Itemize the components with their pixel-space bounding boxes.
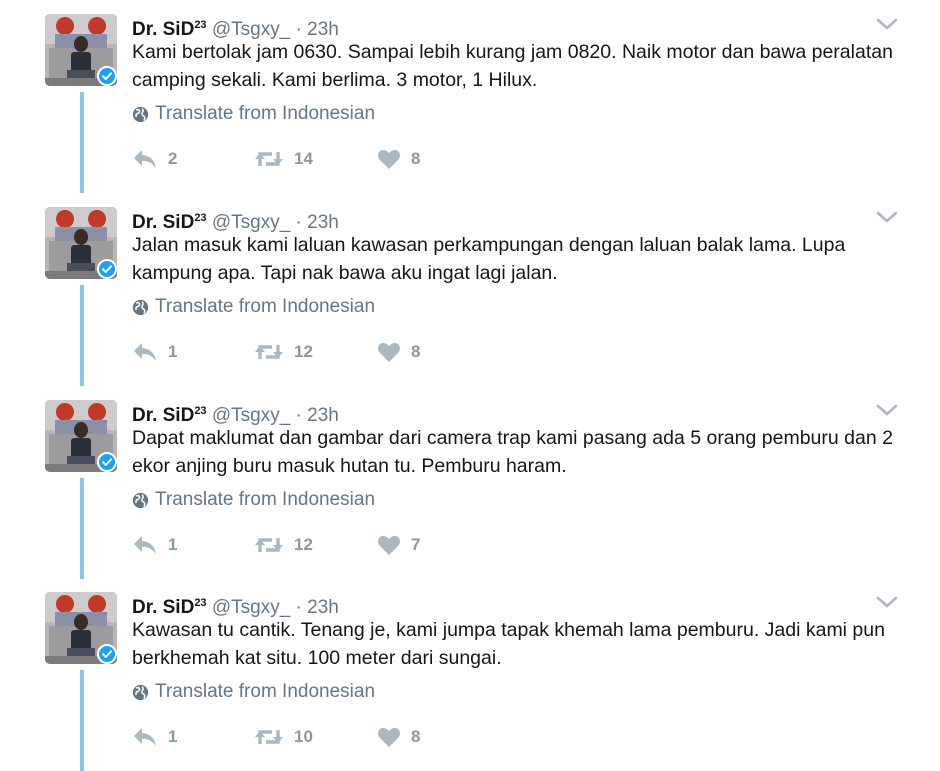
translate-link[interactable]: Translate from Indonesian [132,489,375,511]
tweet-actions: 1 12 7 [132,530,452,560]
reply-icon [134,343,156,361]
tweet[interactable]: Dr. SiD23 @Tsgxy_ · 23h Kawasan tu canti… [0,578,940,771]
separator: · [295,19,302,40]
author-name[interactable]: Dr. SiD23 [132,405,207,426]
heart-icon [378,535,400,555]
tweet[interactable]: Dr. SiD23 @Tsgxy_ · 23h Dapat maklumat d… [0,386,940,579]
retweet-count: 10 [294,727,313,746]
separator: · [295,212,302,233]
retweet-count: 12 [294,535,313,554]
globe-icon [132,299,149,315]
reply-icon [134,728,156,746]
globe-icon [132,492,149,508]
tweet-actions: 1 10 8 [132,722,452,752]
thread-connector [80,670,84,771]
verified-badge-icon [97,452,117,472]
separator: · [295,597,302,618]
reply-count: 1 [168,727,178,746]
heart-icon [378,342,400,362]
retweet-button[interactable]: 12 [254,530,313,560]
like-count: 8 [411,727,421,746]
retweet-count: 12 [294,342,313,361]
author-name-superscript: 23 [194,212,207,224]
verified-badge-icon [97,66,117,86]
chevron-down-icon[interactable] [874,207,900,227]
tweet-text: Dapat maklumat dan gambar dari camera tr… [132,427,893,477]
retweet-icon [255,152,283,166]
author-name[interactable]: Dr. SiD23 [132,597,207,618]
reply-icon [134,150,156,168]
timestamp[interactable]: 23h [307,19,339,40]
tweet[interactable]: Dr. SiD23 @Tsgxy_ · 23h Jalan masuk kami… [0,193,940,386]
author-name[interactable]: Dr. SiD23 [132,19,207,40]
reply-button[interactable]: 1 [132,337,177,367]
like-count: 8 [411,149,421,168]
timestamp[interactable]: 23h [307,597,339,618]
like-count: 8 [411,342,421,361]
reply-button[interactable]: 1 [132,722,177,752]
globe-icon [132,106,149,122]
reply-button[interactable]: 1 [132,530,177,560]
verified-badge-icon [97,644,117,664]
tweet-actions: 2 14 8 [132,144,452,174]
tweet-text: Kami bertolak jam 0630. Sampai lebih kur… [132,41,893,91]
chevron-down-icon[interactable] [874,14,900,34]
translate-link[interactable]: Translate from Indonesian [132,681,375,703]
translate-label: Translate from Indonesian [155,296,376,317]
heart-icon [378,727,400,747]
retweet-icon [255,730,283,744]
author-handle[interactable]: @Tsgxy_ [212,19,290,40]
like-button[interactable]: 7 [377,530,420,560]
like-count: 7 [411,535,421,554]
reply-count: 1 [168,342,178,361]
retweet-icon [255,538,283,552]
timestamp[interactable]: 23h [307,405,339,426]
author-name-superscript: 23 [194,19,207,31]
translate-link[interactable]: Translate from Indonesian [132,296,375,318]
timestamp[interactable]: 23h [307,212,339,233]
tweet-text: Jalan masuk kami laluan kawasan perkampu… [132,234,846,284]
retweet-button[interactable]: 12 [254,337,313,367]
translate-label: Translate from Indonesian [155,103,376,124]
retweet-button[interactable]: 10 [254,722,313,752]
tweet-text: Kawasan tu cantik. Tenang je, kami jumpa… [132,619,885,669]
translate-link[interactable]: Translate from Indonesian [132,103,375,125]
reply-icon [134,536,156,554]
like-button[interactable]: 8 [377,722,420,752]
author-name-superscript: 23 [194,597,207,609]
reply-count: 2 [168,149,178,168]
verified-badge-icon [97,259,117,279]
author-name-superscript: 23 [194,405,207,417]
chevron-down-icon[interactable] [874,400,900,420]
retweet-count: 14 [294,149,313,168]
tweet[interactable]: Dr. SiD23 @Tsgxy_ · 23h Kami bertolak ja… [0,0,940,193]
translate-label: Translate from Indonesian [155,489,376,510]
author-handle[interactable]: @Tsgxy_ [212,597,290,618]
like-button[interactable]: 8 [377,337,420,367]
chevron-down-icon[interactable] [874,592,900,612]
reply-count: 1 [168,535,178,554]
like-button[interactable]: 8 [377,144,420,174]
thread-connector [80,92,84,193]
author-handle[interactable]: @Tsgxy_ [212,212,290,233]
author-handle[interactable]: @Tsgxy_ [212,405,290,426]
retweet-icon [255,345,283,359]
reply-button[interactable]: 2 [132,144,177,174]
globe-icon [132,684,149,700]
separator: · [295,405,302,426]
retweet-button[interactable]: 14 [254,144,313,174]
heart-icon [378,149,400,169]
author-name[interactable]: Dr. SiD23 [132,212,207,233]
translate-label: Translate from Indonesian [155,681,376,702]
thread-connector [80,478,84,579]
tweet-actions: 1 12 8 [132,337,452,367]
thread-connector [80,285,84,386]
